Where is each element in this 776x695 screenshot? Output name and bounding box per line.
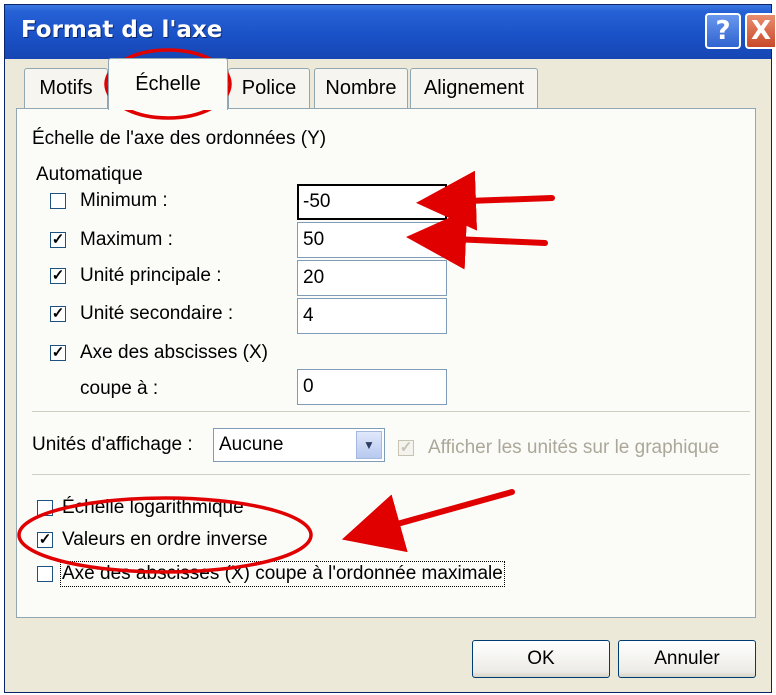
minimum-label: Minimum : bbox=[80, 190, 168, 211]
crosses-sublabel: coupe à : bbox=[80, 378, 159, 399]
tab-label: Nombre bbox=[325, 77, 397, 99]
ok-button[interactable]: OK bbox=[472, 640, 610, 678]
log-scale-label: Échelle logarithmique bbox=[62, 497, 244, 518]
maximum-field[interactable]: 50 bbox=[297, 222, 447, 258]
separator bbox=[32, 411, 750, 412]
display-units-select[interactable]: Aucune ▼ bbox=[213, 428, 385, 462]
cancel-button[interactable]: Annuler bbox=[618, 640, 756, 678]
ok-button-label: OK bbox=[527, 648, 555, 669]
section-title: Échelle de l'axe des ordonnées (Y) bbox=[32, 128, 327, 149]
help-icon: ? bbox=[715, 16, 731, 46]
close-button[interactable]: X bbox=[745, 13, 775, 49]
tab-police[interactable]: Police bbox=[228, 68, 310, 108]
close-icon: X bbox=[750, 16, 772, 46]
tab-label: Motifs bbox=[39, 77, 93, 99]
major-unit-auto-checkbox[interactable]: ✓ bbox=[50, 268, 66, 284]
tab-alignement[interactable]: Alignement bbox=[410, 68, 538, 108]
title-bar[interactable]: Format de l'axe ? X bbox=[5, 5, 775, 59]
minimum-auto-checkbox[interactable] bbox=[50, 193, 66, 209]
cross-max-checkbox[interactable] bbox=[37, 566, 53, 582]
minor-unit-label: Unité secondaire : bbox=[80, 303, 234, 324]
dialog-title: Format de l'axe bbox=[21, 17, 223, 43]
tab-motifs[interactable]: Motifs bbox=[24, 68, 108, 108]
tab-label: Échelle bbox=[135, 73, 201, 95]
help-button[interactable]: ? bbox=[705, 13, 741, 49]
crosses-at-field[interactable]: 0 bbox=[297, 369, 447, 405]
maximum-auto-checkbox[interactable]: ✓ bbox=[50, 232, 66, 248]
minimum-field[interactable]: -50 bbox=[297, 184, 447, 220]
log-scale-checkbox[interactable] bbox=[37, 500, 53, 516]
major-unit-field[interactable]: 20 bbox=[297, 260, 447, 296]
tab-nombre[interactable]: Nombre bbox=[314, 68, 408, 108]
tab-label: Police bbox=[241, 77, 297, 99]
auto-label: Automatique bbox=[36, 164, 143, 185]
crosses-label: Axe des abscisses (X) bbox=[80, 342, 268, 363]
major-unit-label: Unité principale : bbox=[80, 265, 222, 286]
minor-unit-field[interactable]: 4 bbox=[297, 298, 447, 334]
cross-max-label: Axe des abscisses (X) coupe à l'ordonnée… bbox=[60, 561, 505, 587]
display-units-value: Aucune bbox=[219, 434, 284, 455]
maximum-label: Maximum : bbox=[80, 229, 173, 250]
reverse-order-checkbox[interactable]: ✓ bbox=[37, 532, 53, 548]
tab-label: Alignement bbox=[423, 77, 525, 99]
crosses-auto-checkbox[interactable]: ✓ bbox=[50, 345, 66, 361]
separator bbox=[32, 474, 750, 475]
show-units-checkbox[interactable]: ✓ bbox=[398, 440, 414, 456]
chevron-down-icon[interactable]: ▼ bbox=[356, 431, 382, 459]
minor-unit-auto-checkbox[interactable]: ✓ bbox=[50, 306, 66, 322]
tab-echelle[interactable]: Échelle bbox=[108, 58, 228, 110]
display-units-label: Unités d'affichage : bbox=[32, 434, 193, 455]
reverse-order-label: Valeurs en ordre inverse bbox=[62, 529, 268, 550]
cancel-button-label: Annuler bbox=[654, 648, 720, 669]
show-units-label: Afficher les unités sur le graphique bbox=[428, 437, 720, 458]
